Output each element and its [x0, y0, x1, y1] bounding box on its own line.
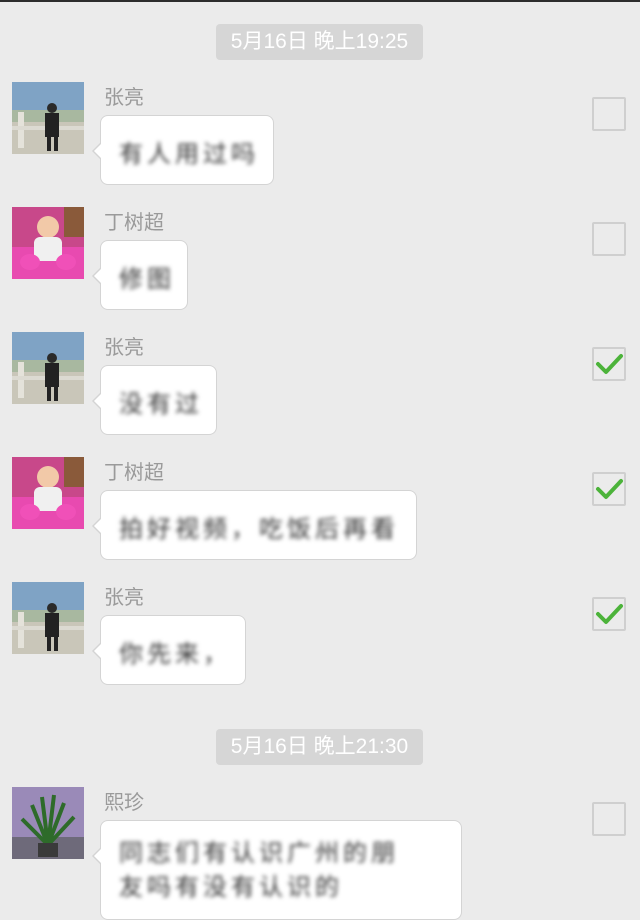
select-checkbox[interactable] [592, 802, 626, 836]
select-checkbox[interactable] [592, 597, 626, 631]
message-bubble[interactable]: 拍好视频，吃饭后再看 [92, 490, 417, 560]
message-bubble[interactable]: 同志们有认识广州的朋友吗有没有认识的 [92, 820, 462, 920]
select-checkbox[interactable] [592, 347, 626, 381]
landscape-avatar-icon [12, 582, 84, 654]
landscape-avatar-icon [12, 82, 84, 154]
timestamp-divider: 5月16日 晚上19:25 [216, 24, 423, 60]
avatar[interactable] [12, 332, 84, 404]
message-text: 没有过 [119, 391, 203, 418]
checkmark-icon [596, 354, 623, 374]
sender-name: 张亮 [104, 87, 144, 109]
sender-name: 丁树超 [104, 212, 164, 234]
top-status-line [0, 0, 640, 2]
landscape-avatar-icon [12, 332, 84, 404]
message-text: 有人用过吗 [119, 141, 259, 168]
avatar[interactable] [12, 82, 84, 154]
baby-avatar-icon [12, 457, 84, 529]
select-checkbox[interactable] [592, 222, 626, 256]
message-text: 你先来， [119, 641, 231, 668]
message-text: 拍好视频，吃饭后再看 [119, 516, 399, 543]
message-bubble[interactable]: 没有过 [92, 365, 217, 435]
avatar[interactable] [12, 207, 84, 279]
select-checkbox[interactable] [592, 472, 626, 506]
checkmark-icon [596, 604, 623, 624]
sender-name: 熙珍 [104, 792, 144, 814]
avatar[interactable] [12, 787, 84, 859]
avatar[interactable] [12, 582, 84, 654]
sender-name: 丁树超 [104, 462, 164, 484]
checkmark-icon [596, 479, 623, 499]
message-bubble[interactable]: 你先来， [92, 615, 246, 685]
message-bubble[interactable]: 修图 [92, 240, 188, 310]
message-bubble[interactable]: 有人用过吗 [92, 115, 274, 185]
message-text: 修图 [119, 266, 175, 293]
timestamp-divider: 5月16日 晚上21:30 [216, 729, 423, 765]
baby-avatar-icon [12, 207, 84, 279]
sender-name: 张亮 [104, 587, 144, 609]
sender-name: 张亮 [104, 337, 144, 359]
avatar[interactable] [12, 457, 84, 529]
select-checkbox[interactable] [592, 97, 626, 131]
plant-avatar-icon [12, 787, 84, 859]
